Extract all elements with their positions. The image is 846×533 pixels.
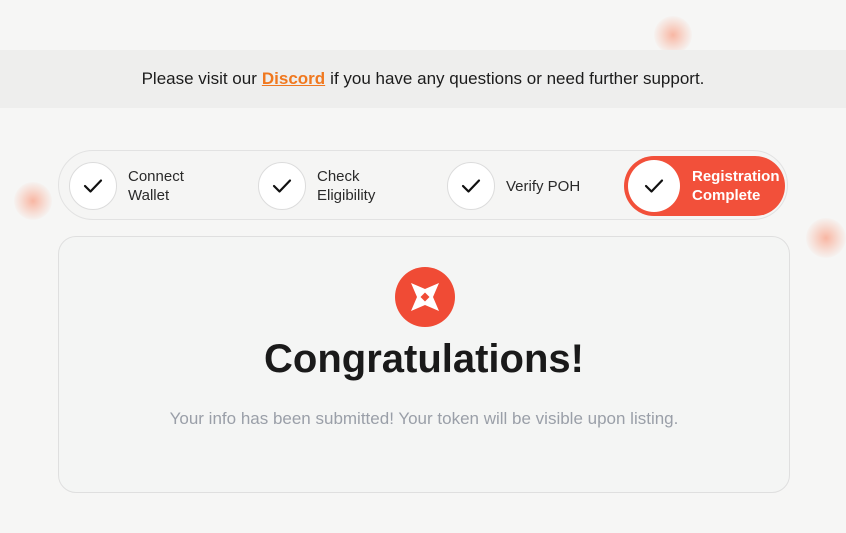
step-label: Connect Wallet xyxy=(128,168,184,204)
page: Please visit our Discord if you have any… xyxy=(0,0,846,533)
decorative-glow xyxy=(14,182,52,220)
confirmation-card: Congratulations! Your info has been subm… xyxy=(58,236,790,493)
step-label: Check Eligibility xyxy=(317,168,376,204)
decorative-glow xyxy=(806,218,846,258)
discord-link[interactable]: Discord xyxy=(262,69,325,89)
step-label: Verify POH xyxy=(506,177,581,195)
decorative-glow xyxy=(654,16,692,54)
banner-suffix: if you have any questions or need furthe… xyxy=(330,69,705,88)
progress-steps: Connect Wallet Check Eligibility Verify … xyxy=(58,150,788,220)
step-registration-complete: Registration Complete xyxy=(624,156,785,216)
page-title: Congratulations! xyxy=(264,337,584,381)
step-verify-poh: Verify POH xyxy=(447,161,580,211)
check-icon xyxy=(69,162,117,210)
support-banner: Please visit our Discord if you have any… xyxy=(0,50,846,108)
confirmation-message: Your info has been submitted! Your token… xyxy=(169,409,679,428)
check-icon xyxy=(258,162,306,210)
shuriken-icon xyxy=(395,267,455,327)
step-connect-wallet: Connect Wallet xyxy=(69,161,184,211)
banner-prefix: Please visit our xyxy=(141,69,257,88)
check-icon xyxy=(447,162,495,210)
step-check-eligibility: Check Eligibility xyxy=(258,161,375,211)
check-icon xyxy=(628,160,680,212)
step-label: Registration Complete xyxy=(692,168,780,204)
